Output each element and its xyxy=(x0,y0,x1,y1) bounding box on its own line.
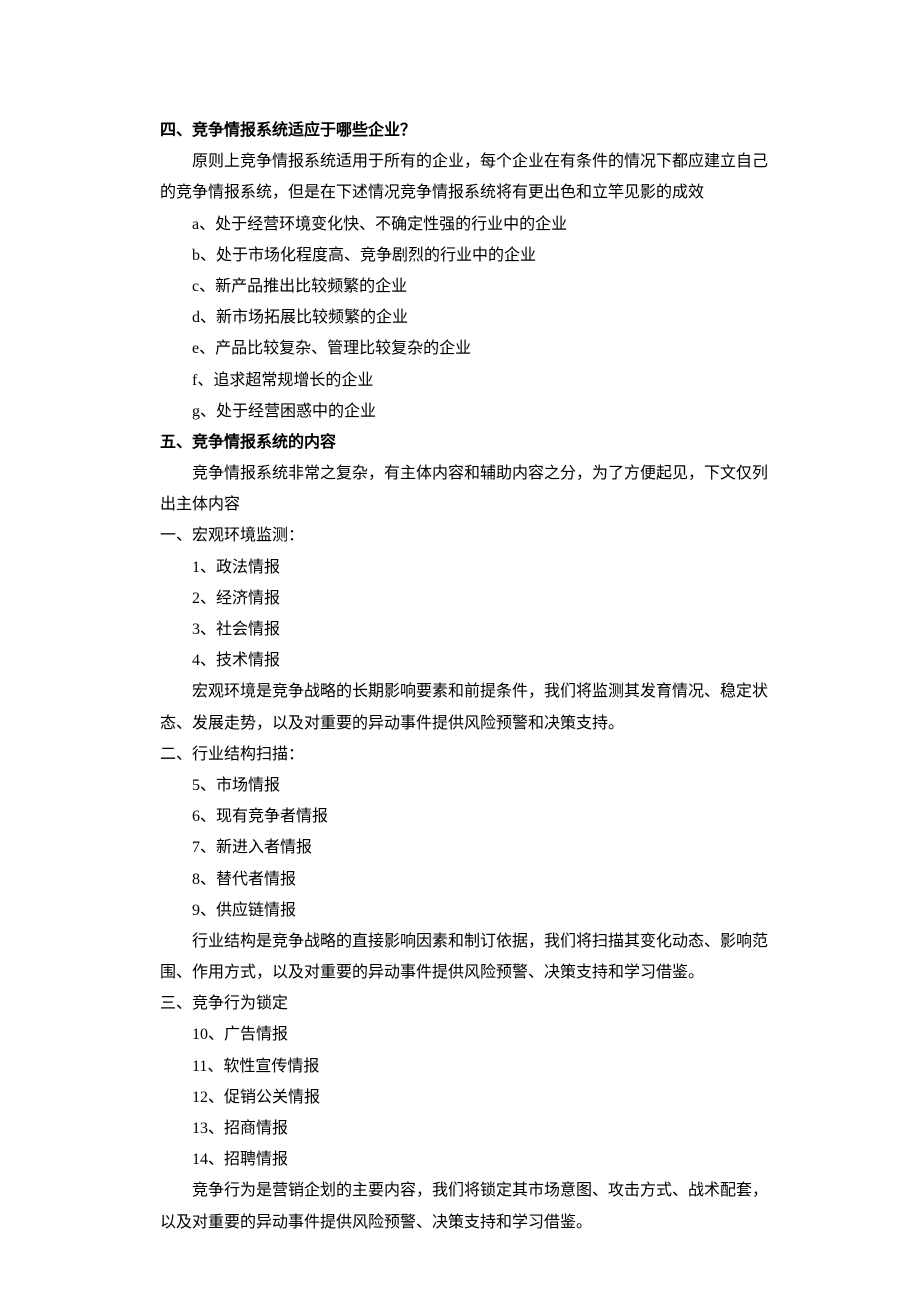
sub3-title: 三、竞争行为锁定 xyxy=(160,988,775,1019)
sub3-item-10: 10、广告情报 xyxy=(160,1019,775,1050)
sub3-item-11: 11、软性宣传情报 xyxy=(160,1051,775,1082)
s4-item-f: f、追求超常规增长的企业 xyxy=(160,365,775,396)
sub2-desc: 行业结构是竞争战略的直接影响因素和制订依据，我们将扫描其变化动态、影响范围、作用… xyxy=(160,926,775,988)
sub2-item-6: 6、现有竞争者情报 xyxy=(160,801,775,832)
item-text: 新产品推出比较频繁的企业 xyxy=(215,278,407,295)
s4-item-b: b、处于市场化程度高、竞争剧烈的行业中的企业 xyxy=(160,240,775,271)
s4-item-g: g、处于经营困惑中的企业 xyxy=(160,396,775,427)
sub1-item-4: 4、技术情报 xyxy=(160,645,775,676)
item-letter: f、 xyxy=(192,372,213,389)
s4-item-d: d、新市场拓展比较频繁的企业 xyxy=(160,302,775,333)
sub1-desc: 宏观环境是竞争战略的长期影响要素和前提条件，我们将监测其发育情况、稳定状态、发展… xyxy=(160,676,775,738)
item-text: 处于经营环境变化快、不确定性强的行业中的企业 xyxy=(215,216,567,233)
item-letter: d、 xyxy=(192,309,216,326)
sub2-title: 二、行业结构扫描： xyxy=(160,739,775,770)
item-letter: e、 xyxy=(192,340,215,357)
section5-heading: 五、竞争情报系统的内容 xyxy=(160,427,775,458)
item-text: 追求超常规增长的企业 xyxy=(213,372,373,389)
item-text: 处于市场化程度高、竞争剧烈的行业中的企业 xyxy=(216,247,536,264)
item-letter: c、 xyxy=(192,278,215,295)
item-text: 产品比较复杂、管理比较复杂的企业 xyxy=(215,340,471,357)
sub1-item-1: 1、政法情报 xyxy=(160,552,775,583)
sub2-item-8: 8、替代者情报 xyxy=(160,864,775,895)
sub1-item-2: 2、经济情报 xyxy=(160,583,775,614)
item-text: 新市场拓展比较频繁的企业 xyxy=(216,309,408,326)
section4-intro: 原则上竞争情报系统适用于所有的企业，每个企业在有条件的情况下都应建立自己的竞争情… xyxy=(160,146,775,208)
s4-item-e: e、产品比较复杂、管理比较复杂的企业 xyxy=(160,333,775,364)
sub3-desc: 竞争行为是营销企划的主要内容，我们将锁定其市场意图、攻击方式、战术配套，以及对重… xyxy=(160,1175,775,1237)
item-letter: g、 xyxy=(192,403,216,420)
sub1-item-3: 3、社会情报 xyxy=(160,614,775,645)
sub2-item-9: 9、供应链情报 xyxy=(160,895,775,926)
s4-item-c: c、新产品推出比较频繁的企业 xyxy=(160,271,775,302)
sub2-item-5: 5、市场情报 xyxy=(160,770,775,801)
s4-item-a: a、处于经营环境变化快、不确定性强的行业中的企业 xyxy=(160,209,775,240)
item-text: 处于经营困惑中的企业 xyxy=(216,403,376,420)
sub3-item-14: 14、招聘情报 xyxy=(160,1144,775,1175)
sub2-item-7: 7、新进入者情报 xyxy=(160,832,775,863)
section4-heading: 四、竞争情报系统适应于哪些企业？ xyxy=(160,115,775,146)
sub3-item-13: 13、招商情报 xyxy=(160,1113,775,1144)
item-letter: b、 xyxy=(192,247,216,264)
sub3-item-12: 12、促销公关情报 xyxy=(160,1082,775,1113)
item-letter: a、 xyxy=(192,216,215,233)
section5-intro: 竞争情报系统非常之复杂，有主体内容和辅助内容之分，为了方便起见，下文仅列出主体内… xyxy=(160,458,775,520)
sub1-title: 一、宏观环境监测： xyxy=(160,520,775,551)
